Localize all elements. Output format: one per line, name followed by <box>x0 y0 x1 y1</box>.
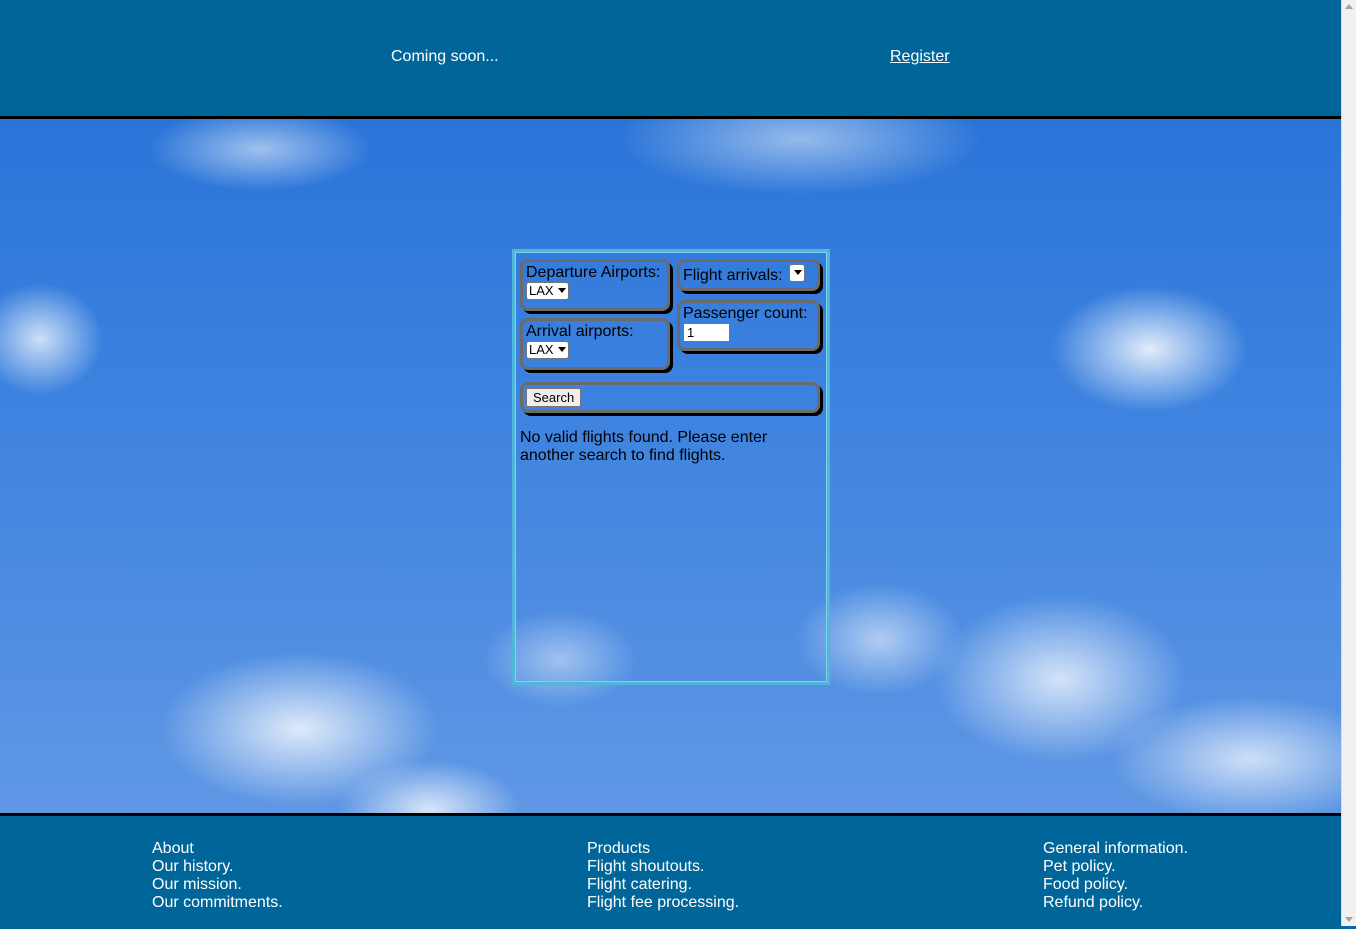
footer-link[interactable]: General information. <box>1043 840 1188 858</box>
footer-link[interactable]: Our mission. <box>152 876 283 894</box>
footer-link[interactable]: Food policy. <box>1043 876 1188 894</box>
departure-label: Departure Airports: <box>526 264 661 281</box>
passenger-count-box: Passenger count: 1 <box>677 300 820 351</box>
departure-box: Departure Airports: LAX <box>520 259 670 311</box>
arrival-select[interactable]: LAX <box>526 341 569 359</box>
chevron-down-icon <box>794 270 803 275</box>
flight-arrivals-box: Flight arrivals: <box>677 259 820 291</box>
footer-link[interactable]: Refund policy. <box>1043 894 1188 912</box>
search-button-box: Search <box>520 382 820 413</box>
scroll-up-arrow-icon[interactable] <box>1345 4 1353 9</box>
flight-arrivals-select[interactable] <box>789 264 806 282</box>
chevron-down-icon <box>557 288 566 293</box>
footer-column-about: About Our history. Our mission. Our comm… <box>152 840 283 912</box>
footer-link[interactable]: Flight shoutouts. <box>587 858 739 876</box>
footer-link[interactable]: Flight catering. <box>587 876 739 894</box>
passenger-count-label: Passenger count: <box>683 305 808 322</box>
sky-background: Departure Airports: LAX Arrival airports… <box>0 119 1341 813</box>
flight-search-panel: Departure Airports: LAX Arrival airports… <box>512 249 830 685</box>
chevron-down-icon <box>557 347 566 352</box>
flight-arrivals-label: Flight arrivals: <box>683 267 783 284</box>
no-results-message: No valid flights found. Please enter ano… <box>520 429 768 464</box>
footer-link[interactable]: About <box>152 840 283 858</box>
footer-link[interactable]: Our history. <box>152 858 283 876</box>
arrival-selected-value: LAX <box>529 342 554 357</box>
departure-selected-value: LAX <box>529 283 554 298</box>
search-button[interactable]: Search <box>526 388 582 407</box>
arrival-box: Arrival airports: LAX <box>520 318 670 370</box>
header: Coming soon... Register <box>0 0 1341 119</box>
coming-soon-text: Coming soon... <box>391 48 499 65</box>
footer-column-general-info: General information. Pet policy. Food po… <box>1043 840 1188 912</box>
arrival-label: Arrival airports: <box>526 323 634 340</box>
register-link[interactable]: Register <box>890 48 950 66</box>
scroll-down-arrow-icon[interactable] <box>1345 917 1353 922</box>
footer: About Our history. Our mission. Our comm… <box>0 813 1341 929</box>
page: Coming soon... Register Departure Airpor… <box>0 0 1341 929</box>
vertical-scrollbar[interactable] <box>1341 0 1356 926</box>
departure-select[interactable]: LAX <box>526 282 569 300</box>
footer-column-products: Products Flight shoutouts. Flight cateri… <box>587 840 739 912</box>
footer-link[interactable]: Pet policy. <box>1043 858 1188 876</box>
footer-link[interactable]: Products <box>587 840 739 858</box>
footer-link[interactable]: Flight fee processing. <box>587 894 739 912</box>
passenger-count-input[interactable]: 1 <box>683 323 730 342</box>
footer-link[interactable]: Our commitments. <box>152 894 283 912</box>
